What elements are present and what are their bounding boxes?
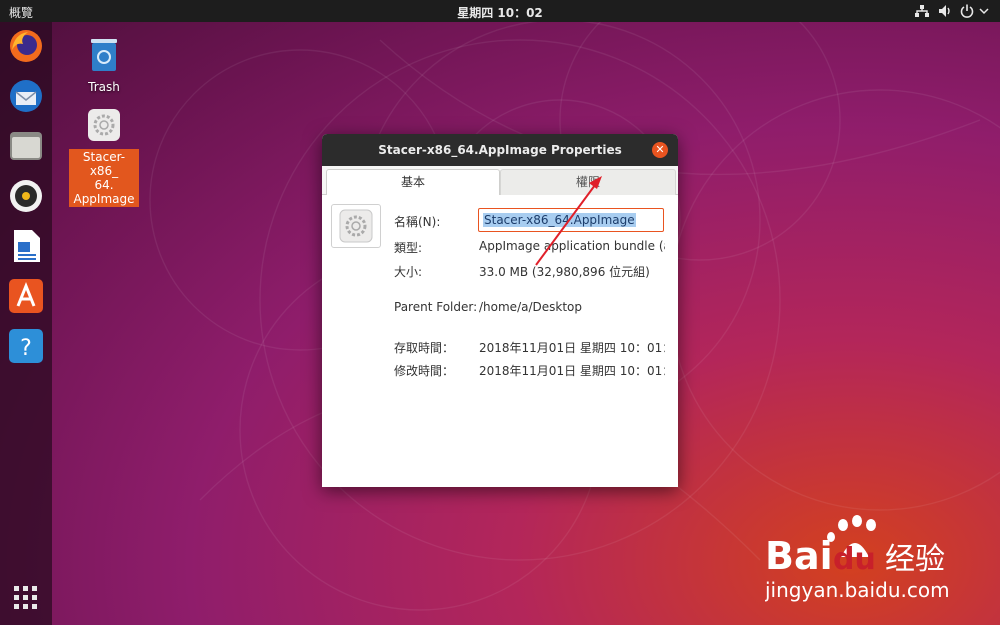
baidu-logo: Bai du 经验 jingyan.baidu.com [764,515,950,602]
watermark-cn: 经验 [885,542,945,577]
watermark-url: jingyan.baidu.com [765,578,950,602]
watermark-brand: Bai [765,534,833,578]
baidu-watermark: Bai du 经验 jingyan.baidu.com [764,515,995,608]
watermark-brand2: du [833,542,876,577]
